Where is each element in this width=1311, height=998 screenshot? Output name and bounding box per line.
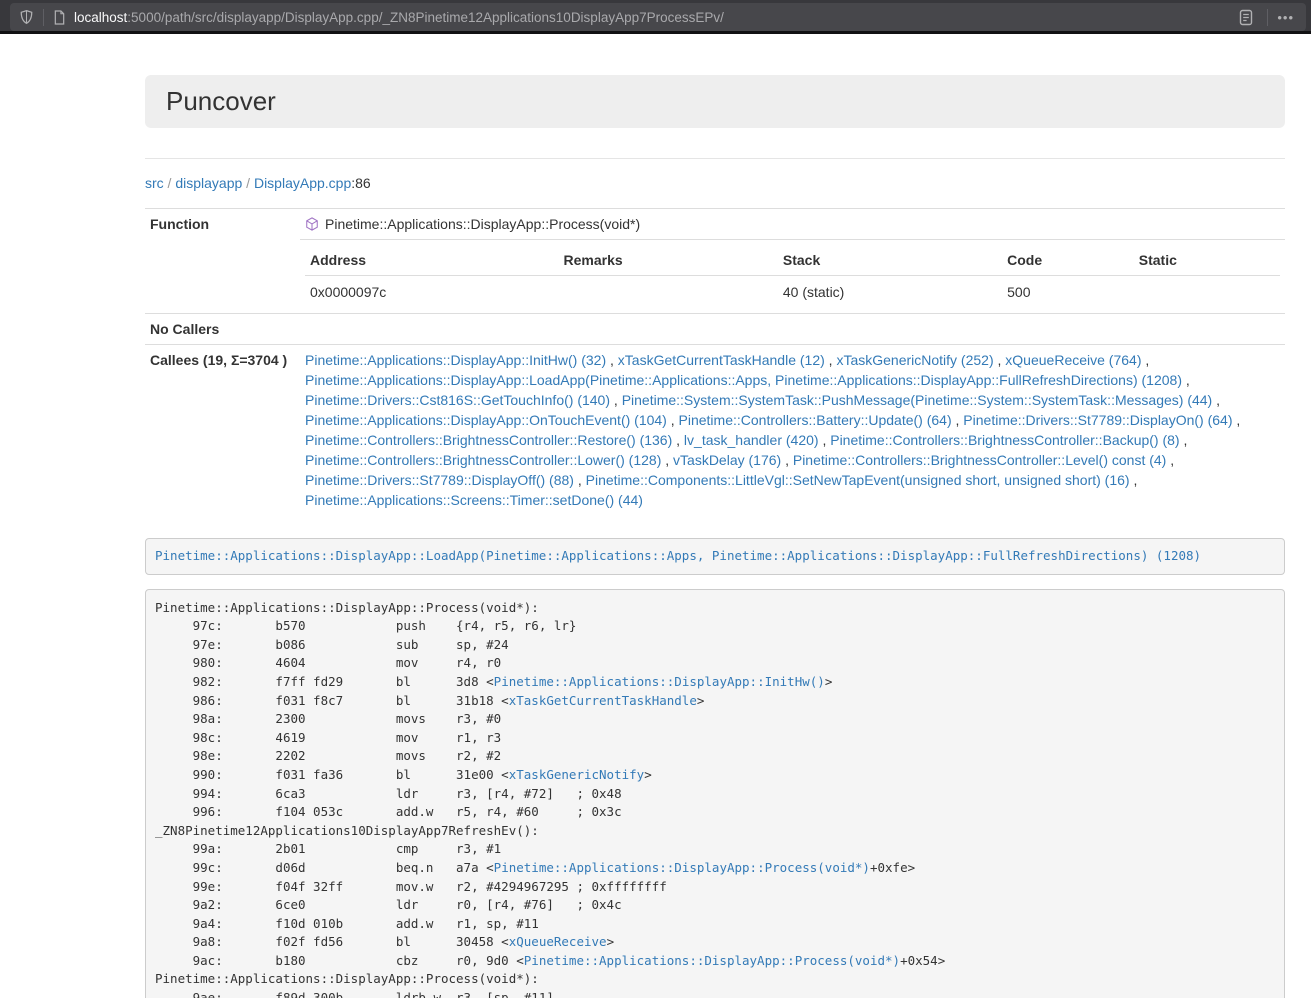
callee-separator: , [1166,452,1174,468]
no-callers-row: No Callers [145,314,1285,345]
callee-separator: , [606,352,618,368]
breadcrumb-link-displayapp[interactable]: displayapp [175,175,242,191]
app-header: Puncover [145,75,1285,128]
metrics-column-static: Static [1134,245,1280,276]
callee-separator: , [1180,432,1188,448]
function-name: Pinetime::Applications::DisplayApp::Proc… [325,216,640,232]
page-actions-menu-icon[interactable]: ••• [1277,10,1294,25]
metrics-value-code: 500 [1002,276,1134,309]
package-icon [305,216,319,232]
callee-separator: , [1233,412,1241,428]
callee-separator: , [825,352,837,368]
url-path: :5000/path/src/displayapp/DisplayApp.cpp… [127,10,724,25]
callees-label: Callees (19, Σ=3704 ) [145,345,300,516]
callee-link[interactable]: Pinetime::Drivers::Cst816S::GetTouchInfo… [305,392,610,408]
no-callers-cell [300,314,1285,345]
metrics-table: AddressRemarksStackCodeStatic 0x0000097c… [305,245,1280,308]
metrics-value-stack: 40 (static) [778,276,1002,309]
function-table: Function Pinetime::Applications::Display… [145,208,1285,515]
callee-link[interactable]: Pinetime::Components::LittleVgl::SetNewT… [586,472,1130,488]
breadcrumb-link-src[interactable]: src [145,175,164,191]
callee-link[interactable]: Pinetime::Applications::DisplayApp::Init… [305,352,606,368]
callee-separator: , [994,352,1006,368]
function-row: Function Pinetime::Applications::Display… [145,209,1285,240]
code-symbol-link[interactable]: Pinetime::Applications::DisplayApp::Init… [494,674,825,689]
metrics-value-remarks [559,276,778,309]
callee-separator: , [574,472,586,488]
callee-separator: , [1130,472,1138,488]
metrics-column-remarks: Remarks [559,245,778,276]
url-bar[interactable]: localhost:5000/path/src/displayapp/Displ… [10,3,1306,31]
highlighted-symbol-box: Pinetime::Applications::DisplayApp::Load… [145,538,1285,575]
code-symbol-link[interactable]: xTaskGetCurrentTaskHandle [509,693,697,708]
breadcrumb-link-DisplayApp.cpp[interactable]: DisplayApp.cpp [254,175,351,191]
disassembly-listing: Pinetime::Applications::DisplayApp::Proc… [145,589,1285,998]
callee-link[interactable]: Pinetime::Controllers::BrightnessControl… [305,432,672,448]
urlbar-divider [43,9,44,26]
callee-link[interactable]: Pinetime::Controllers::BrightnessControl… [305,452,661,468]
url-host: localhost [74,10,127,25]
callee-link[interactable]: xQueueReceive (764) [1005,352,1141,368]
callee-separator: , [661,452,673,468]
callee-link[interactable]: vTaskDelay (176) [673,452,781,468]
code-symbol-link[interactable]: xQueueReceive [509,934,607,949]
callee-separator: , [1182,372,1190,388]
metrics-cell: AddressRemarksStackCodeStatic 0x0000097c… [300,240,1285,314]
code-symbol-link[interactable]: Pinetime::Applications::DisplayApp::Proc… [494,860,870,875]
callees-list: Pinetime::Applications::DisplayApp::Init… [300,345,1285,516]
metrics-column-code: Code [1002,245,1134,276]
breadcrumb-separator: / [242,175,254,191]
shield-icon[interactable] [19,9,34,25]
callee-link[interactable]: Pinetime::Drivers::St7789::DisplayOn() (… [963,412,1232,428]
function-label: Function [145,209,300,314]
breadcrumb-line-number: :86 [351,175,370,191]
callee-link[interactable]: Pinetime::System::SystemTask::PushMessag… [622,392,1213,408]
metrics-value-static [1134,276,1280,309]
callee-link[interactable]: Pinetime::Applications::Screens::Timer::… [305,492,643,508]
puncover-page: Puncover src / displayapp / DisplayApp.c… [145,75,1285,998]
metrics-column-address: Address [305,245,559,276]
callee-separator: , [781,452,793,468]
callee-separator: , [672,432,684,448]
callee-link[interactable]: Pinetime::Applications::DisplayApp::Load… [305,372,1182,388]
callee-separator: , [952,412,964,428]
callee-separator: , [819,432,831,448]
callee-separator: , [610,392,622,408]
callees-row: Callees (19, Σ=3704 ) Pinetime::Applicat… [145,345,1285,516]
callee-link[interactable]: Pinetime::Controllers::BrightnessControl… [830,432,1179,448]
function-metrics-row: AddressRemarksStackCodeStatic 0x0000097c… [145,240,1285,314]
metrics-header-row: AddressRemarksStackCodeStatic [305,245,1280,276]
metrics-value-address: 0x0000097c [305,276,559,309]
code-symbol-link[interactable]: Pinetime::Applications::DisplayApp::Proc… [524,953,900,968]
callee-link[interactable]: Pinetime::Drivers::St7789::DisplayOff() … [305,472,574,488]
breadcrumb-separator: / [164,175,176,191]
code-symbol-link[interactable]: xTaskGenericNotify [509,767,644,782]
callee-link[interactable]: xTaskGetCurrentTaskHandle (12) [618,352,825,368]
callee-link[interactable]: xTaskGenericNotify (252) [836,352,993,368]
callee-separator: , [1141,352,1149,368]
callee-link[interactable]: Pinetime::Controllers::BrightnessControl… [793,452,1166,468]
callee-link[interactable]: Pinetime::Applications::DisplayApp::OnTo… [305,412,667,428]
browser-toolbar: localhost:5000/path/src/displayapp/Displ… [0,0,1311,34]
function-name-cell: Pinetime::Applications::DisplayApp::Proc… [300,209,1285,240]
metrics-value-row: 0x0000097c 40 (static)500 [305,276,1280,309]
url-text[interactable]: localhost:5000/path/src/displayapp/Displ… [74,10,1238,25]
callee-separator: , [1212,392,1220,408]
callee-link[interactable]: Pinetime::Controllers::Battery::Update()… [679,412,952,428]
urlbar-divider-2 [1267,9,1268,26]
breadcrumb: src / displayapp / DisplayApp.cpp:86 [145,173,1285,193]
callee-separator: , [667,412,679,428]
reader-mode-icon[interactable] [1238,9,1254,26]
metrics-column-stack: Stack [778,245,1002,276]
header-divider [145,158,1285,159]
no-callers-label: No Callers [145,314,300,345]
page-icon[interactable] [53,10,66,25]
page-title: Puncover [166,86,276,117]
highlighted-symbol-link[interactable]: Pinetime::Applications::DisplayApp::Load… [155,548,1201,563]
callee-link[interactable]: lv_task_handler (420) [684,432,819,448]
